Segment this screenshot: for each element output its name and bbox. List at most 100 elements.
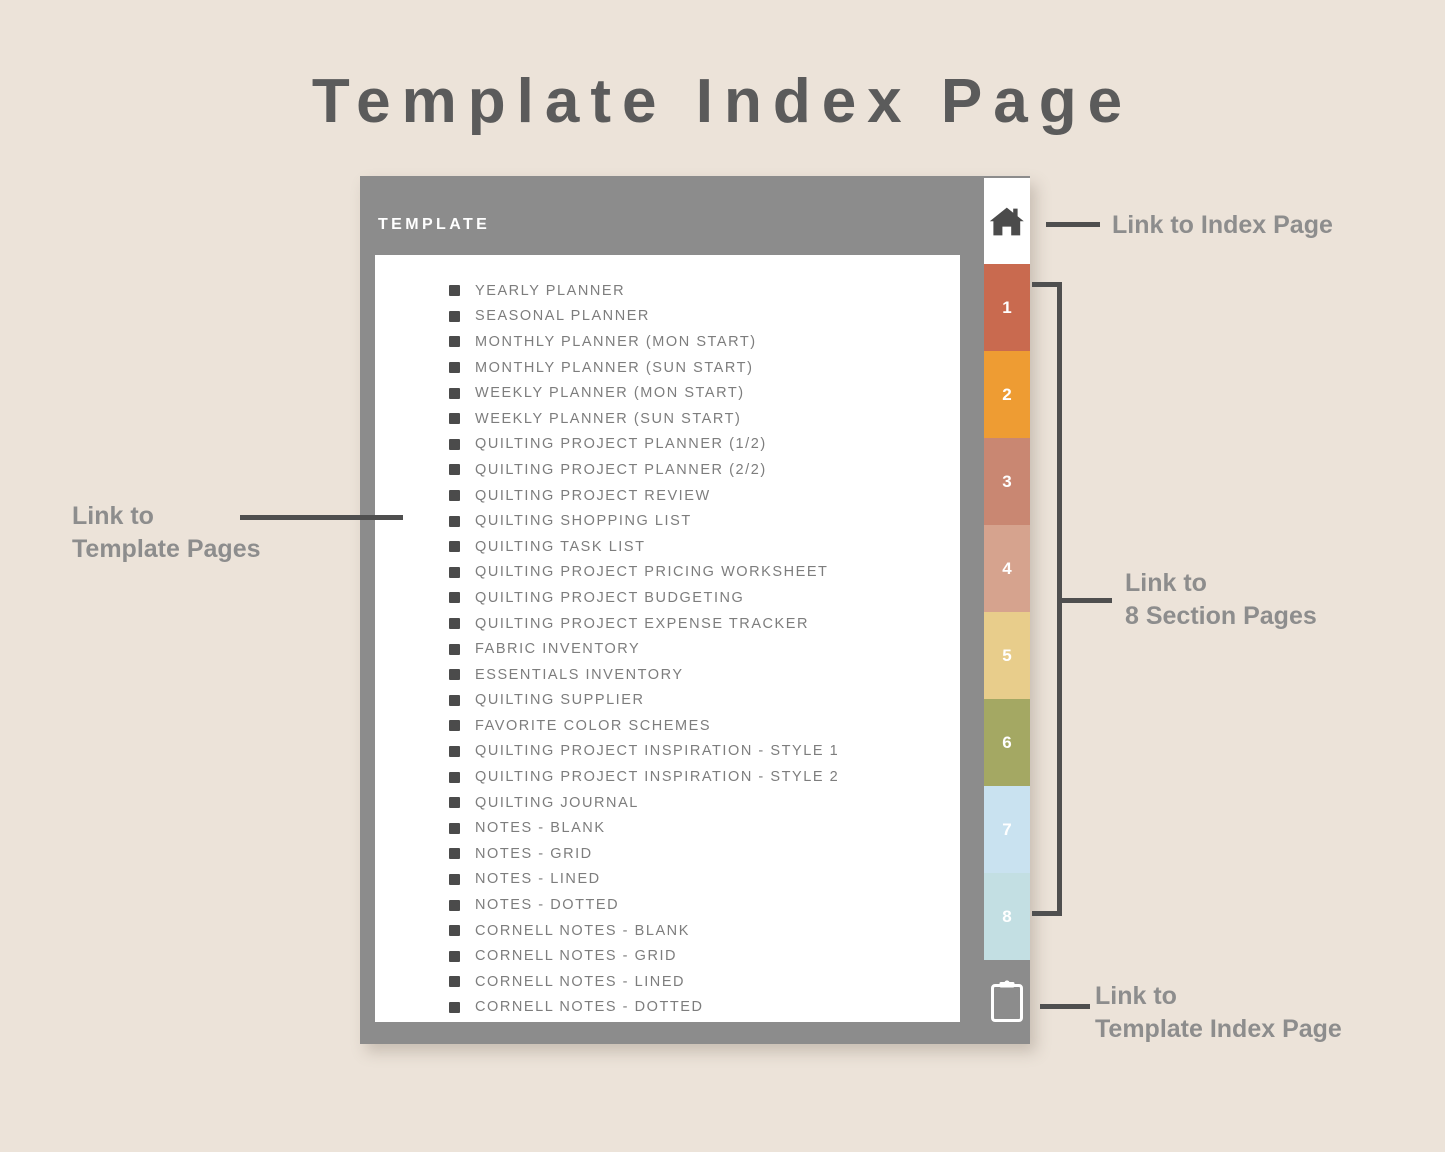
square-bullet-icon (449, 694, 460, 706)
list-item-label: NOTES - LINED (475, 871, 601, 888)
list-item-label: NOTES - DOTTED (475, 897, 620, 914)
list-item-label: WEEKLY PLANNER (SUN START) (475, 410, 742, 427)
list-item-label: CORNELL NOTES - BLANK (475, 922, 690, 939)
list-item[interactable]: NOTES - DOTTED (449, 892, 949, 918)
list-item[interactable]: QUILTING SHOPPING LIST (449, 508, 949, 534)
list-item-label: QUILTING SHOPPING LIST (475, 513, 692, 530)
list-item-label: WEEKLY PLANNER (MON START) (475, 385, 745, 402)
list-item[interactable]: QUILTING PROJECT INSPIRATION - STYLE 2 (449, 764, 949, 790)
clipboard-icon (990, 979, 1024, 1023)
tab-section-8[interactable]: 8 (984, 873, 1030, 960)
callout-index-page-label: Link to Index Page (1112, 211, 1333, 239)
callout-template-pages-line (240, 515, 403, 520)
list-item-label: CORNELL NOTES - GRID (475, 948, 678, 965)
square-bullet-icon (449, 285, 460, 297)
list-item[interactable]: QUILTING SUPPLIER (449, 688, 949, 714)
list-item[interactable]: NOTES - BLANK (449, 815, 949, 841)
tab-home-index-page[interactable] (984, 178, 1030, 264)
tab-label: 2 (1002, 384, 1012, 404)
list-item-label: MONTHLY PLANNER (SUN START) (475, 359, 754, 376)
list-item-label: FABRIC INVENTORY (475, 641, 641, 658)
list-item[interactable]: YEARLY PLANNER (449, 278, 949, 304)
tab-section-4[interactable]: 4 (984, 525, 1030, 612)
list-item[interactable]: WEEKLY PLANNER (MON START) (449, 380, 949, 406)
list-item-label: MONTHLY PLANNER (MON START) (475, 333, 757, 350)
template-link-list: YEARLY PLANNER SEASONAL PLANNER MONTHLY PL… (449, 278, 949, 1020)
list-item[interactable]: MONTHLY PLANNER (MON START) (449, 329, 949, 355)
list-item[interactable]: CORNELL NOTES - LINED (449, 969, 949, 995)
tab-label: 1 (1002, 297, 1012, 317)
tab-section-1[interactable]: 1 (984, 264, 1030, 351)
tab-section-5[interactable]: 5 (984, 612, 1030, 699)
list-item[interactable]: WEEKLY PLANNER (SUN START) (449, 406, 949, 432)
list-item[interactable]: QUILTING PROJECT BUDGETING (449, 585, 949, 611)
tab-label: 3 (1002, 471, 1012, 491)
list-item[interactable]: CORNELL NOTES - GRID (449, 943, 949, 969)
list-item-label: CORNELL NOTES - DOTTED (475, 999, 704, 1016)
list-item-label: QUILTING JOURNAL (475, 794, 639, 811)
list-item[interactable]: QUILTING JOURNAL (449, 790, 949, 816)
home-icon (989, 205, 1025, 237)
side-tab-strip: 1 2 3 4 5 6 7 8 (984, 178, 1030, 1042)
square-bullet-icon (449, 310, 460, 322)
list-item-label: QUILTING PROJECT PLANNER (2/2) (475, 461, 767, 478)
list-item-label: ESSENTIALS INVENTORY (475, 666, 684, 683)
square-bullet-icon (449, 566, 460, 578)
list-item[interactable]: QUILTING PROJECT PLANNER (2/2) (449, 457, 949, 483)
list-item[interactable]: ESSENTIALS INVENTORY (449, 662, 949, 688)
list-item[interactable]: FABRIC INVENTORY (449, 636, 949, 662)
square-bullet-icon (449, 797, 460, 809)
list-item-label: CORNELL NOTES - LINED (475, 973, 686, 990)
tab-section-6[interactable]: 6 (984, 699, 1030, 786)
square-bullet-icon (449, 950, 460, 962)
list-item[interactable]: QUILTING PROJECT INSPIRATION - STYLE 1 (449, 739, 949, 765)
list-item[interactable]: NOTES - GRID (449, 841, 949, 867)
list-item-label: QUILTING SUPPLIER (475, 692, 645, 709)
callout-index-page-line (1046, 222, 1100, 227)
square-bullet-icon (449, 976, 460, 988)
square-bullet-icon (449, 873, 460, 885)
square-bullet-icon (449, 541, 460, 553)
square-bullet-icon (449, 669, 460, 681)
list-item-label: SEASONAL PLANNER (475, 308, 650, 325)
list-item[interactable]: QUILTING PROJECT REVIEW (449, 483, 949, 509)
square-bullet-icon (449, 413, 460, 425)
square-bullet-icon (449, 387, 460, 399)
square-bullet-icon (449, 925, 460, 937)
square-bullet-icon (449, 336, 460, 348)
tab-section-2[interactable]: 2 (984, 351, 1030, 438)
tab-label: 5 (1002, 645, 1012, 665)
list-item[interactable]: QUILTING TASK LIST (449, 534, 949, 560)
square-bullet-icon (449, 643, 460, 655)
list-item[interactable]: QUILTING PROJECT EXPENSE TRACKER (449, 611, 949, 637)
tab-label: 6 (1002, 732, 1012, 752)
callout-template-index-page-line (1040, 1004, 1090, 1009)
list-item-label: NOTES - GRID (475, 845, 593, 862)
square-bullet-icon (449, 771, 460, 783)
page-title: Template Index Page (311, 67, 1134, 136)
square-bullet-icon (449, 720, 460, 732)
tab-section-7[interactable]: 7 (984, 786, 1030, 873)
list-item-label: QUILTING PROJECT REVIEW (475, 487, 711, 504)
list-item-label: QUILTING PROJECT PLANNER (1/2) (475, 436, 767, 453)
list-item[interactable]: SEASONAL PLANNER (449, 304, 949, 330)
square-bullet-icon (449, 592, 460, 604)
callout-section-pages-line (1060, 598, 1112, 603)
list-item-label: QUILTING PROJECT INSPIRATION - STYLE 2 (475, 769, 840, 786)
tab-label: 7 (1002, 819, 1012, 839)
list-item[interactable]: MONTHLY PLANNER (SUN START) (449, 355, 949, 381)
list-item[interactable]: FAVORITE COLOR SCHEMES (449, 713, 949, 739)
list-item-label: QUILTING PROJECT EXPENSE TRACKER (475, 615, 810, 632)
square-bullet-icon (449, 490, 460, 502)
square-bullet-icon (449, 1001, 460, 1013)
list-item-label: YEARLY PLANNER (475, 282, 626, 299)
tab-template-index-page[interactable] (984, 960, 1030, 1042)
list-item[interactable]: CORNELL NOTES - BLANK (449, 918, 949, 944)
list-item[interactable]: QUILTING PROJECT PRICING WORKSHEET (449, 560, 949, 586)
list-item[interactable]: QUILTING PROJECT PLANNER (1/2) (449, 432, 949, 458)
list-item[interactable]: NOTES - LINED (449, 867, 949, 893)
tab-section-3[interactable]: 3 (984, 438, 1030, 525)
list-item[interactable]: CORNELL NOTES - DOTTED (449, 995, 949, 1021)
callout-template-index-page-label: Link to Template Index Page (1095, 982, 1342, 1043)
list-item-label: QUILTING PROJECT INSPIRATION - STYLE 1 (475, 743, 840, 760)
